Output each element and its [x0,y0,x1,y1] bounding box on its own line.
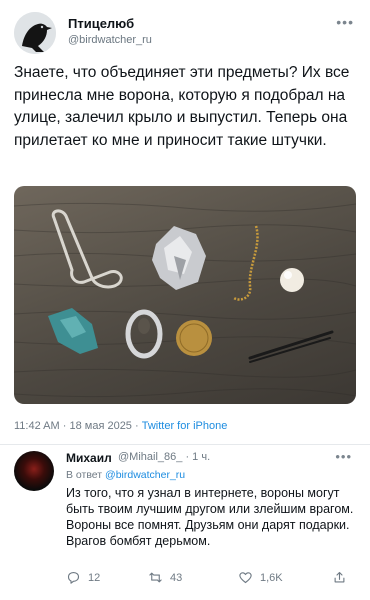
reply-meta-separator: · [185,451,190,463]
reply-to-prefix: В ответ [66,469,103,481]
like-count: 1,6K [260,571,283,584]
reply-age[interactable]: 1 ч. [192,451,210,463]
like-action[interactable]: 1,6K [238,570,283,585]
tweet-source[interactable]: Twitter for iPhone [142,420,228,432]
reply-action[interactable]: 12 [66,570,100,585]
reply-to-handle[interactable]: @birdwatcher_ru [105,469,185,481]
tweet-time[interactable]: 11:42 AM [14,420,60,432]
meta-separator: · [62,420,67,432]
divider [0,444,370,445]
reply-author-handle[interactable]: @Mihail_86_ [118,451,182,463]
tweet-header: Птицелюб @birdwatcher_ru ••• [14,12,356,56]
reply-author-name[interactable]: Михаил [66,451,112,465]
crow-avatar-image [14,12,56,54]
crow-gifts-photo [14,202,356,398]
more-horizontal-icon[interactable]: ••• [335,449,352,464]
share-icon [334,571,345,583]
retweet-icon [149,572,162,583]
tweet-text: Знаете, что объединяет эти предметы? Их … [14,64,350,149]
author-avatar[interactable] [14,12,56,54]
reply-count: 12 [88,571,101,584]
speech-bubble-icon [67,571,80,584]
retweet-count: 43 [170,571,183,584]
tweet-meta: 11:42 AM · 18 мая 2025 · Twitter for iPh… [14,420,227,432]
retweet-action[interactable]: 43 [148,570,182,585]
meta-separator: · [135,420,139,432]
more-horizontal-icon[interactable]: ••• [336,14,354,30]
share-action[interactable] [332,570,354,585]
author-name[interactable]: Птицелюб [68,16,134,31]
heart-icon [239,572,252,584]
reply-actions: 12 43 1,6K [66,570,356,588]
reply-author-avatar[interactable] [14,451,54,491]
tweet-photo[interactable] [14,186,356,404]
reply-author-meta: @Mihail_86_ · 1 ч. [118,451,210,463]
tweet-date[interactable]: 18 мая 2025 [69,420,131,432]
reply-text: Из того, что я узнал в интернете, вороны… [66,486,354,548]
reply-to-line: В ответ @birdwatcher_ru [66,469,185,481]
author-handle[interactable]: @birdwatcher_ru [68,34,152,46]
